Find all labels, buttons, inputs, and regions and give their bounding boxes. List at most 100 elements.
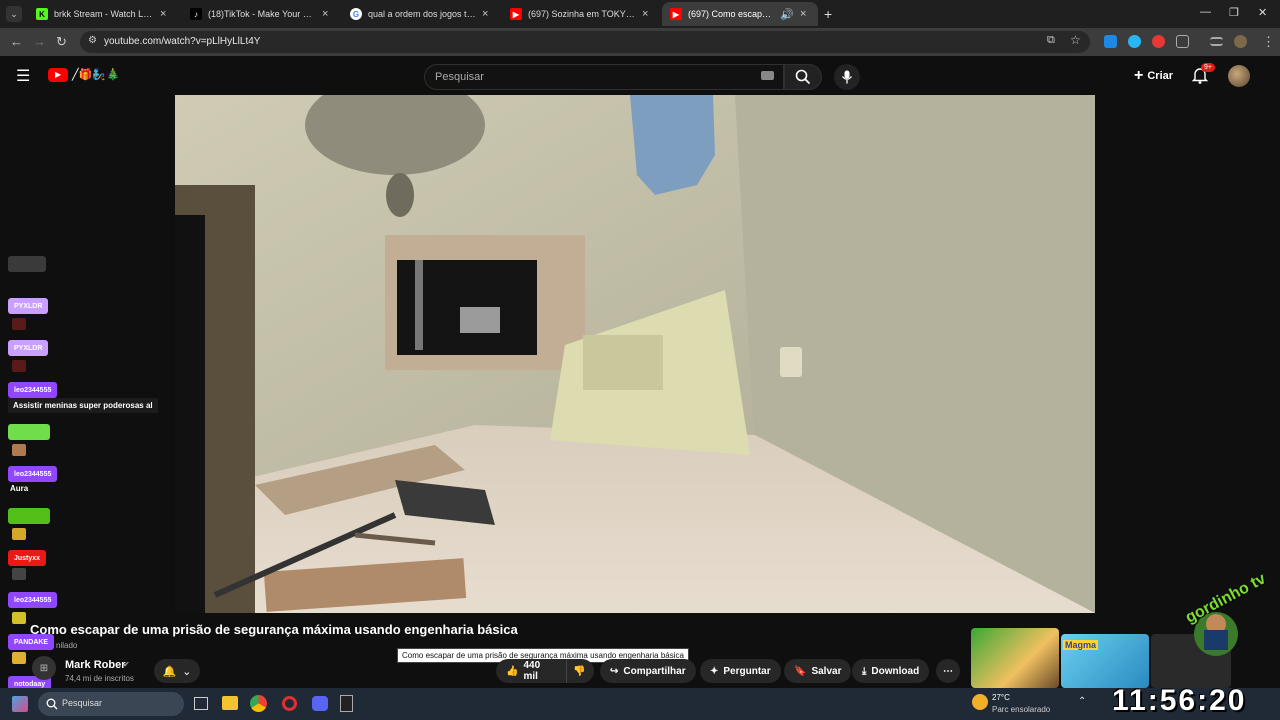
doodle-logo-text[interactable]: ╱🎁🧞🎄 — [72, 68, 120, 81]
chat-username: leo2344555 — [8, 592, 58, 608]
streamer-watermark: gordinho tv — [1160, 570, 1270, 686]
reading-list-icon[interactable] — [1210, 37, 1223, 46]
plus-icon: + — [1134, 67, 1144, 84]
youtube-icon: ▶ — [670, 8, 682, 20]
speaker-icon[interactable]: 🔊 — [780, 8, 794, 21]
notifications-button[interactable]: 9+ — [1191, 63, 1215, 86]
extension-icon[interactable] — [1104, 35, 1117, 48]
hamburger-menu-icon[interactable]: ☰ — [16, 66, 30, 86]
file-explorer-icon[interactable] — [222, 696, 238, 710]
download-icon: ⤓ — [862, 665, 867, 677]
extension-icon[interactable] — [1128, 35, 1141, 48]
search-input[interactable]: Pesquisar — [424, 64, 784, 90]
share-button[interactable]: ↪ Compartilhar — [600, 659, 696, 683]
menu-kebab-icon[interactable]: ⋮ — [1262, 34, 1275, 50]
bookmark-icon: 🔖 — [794, 665, 807, 677]
channel-name[interactable]: Mark Rober — [65, 659, 126, 671]
tab-title: (18)TikTok - Make Your Day — [208, 9, 316, 19]
close-icon[interactable]: × — [482, 8, 492, 20]
minimize-icon[interactable]: — — [1200, 6, 1211, 18]
kick-icon: K — [36, 8, 48, 20]
task-view-icon[interactable] — [194, 697, 208, 710]
youtube-logo[interactable]: ▶ — [48, 68, 68, 82]
weather-desc[interactable]: Parc ensolarado — [992, 705, 1050, 714]
account-avatar[interactable] — [1228, 65, 1250, 87]
browser-tab-bar: ⌄ K brkk Stream - Watch Live o × ♪ (18)T… — [0, 0, 1280, 28]
chat-username: leo2344555 — [8, 382, 58, 398]
site-info-icon[interactable]: ⚙ — [88, 35, 97, 46]
close-icon[interactable]: × — [800, 8, 810, 20]
like-button[interactable]: 👍 440 mil — [496, 659, 566, 683]
url-text[interactable]: youtube.com/watch?v=pLlHyLlLt4Y — [104, 36, 260, 47]
chat-message: Assistir meninas super poderosas al — [8, 398, 158, 413]
search-button[interactable] — [784, 64, 822, 90]
chat-username: PYXLDR — [8, 340, 49, 356]
chat-emote — [12, 444, 26, 456]
keyboard-icon[interactable] — [761, 71, 774, 80]
tab-search-button[interactable]: ⌄ — [6, 6, 22, 22]
close-icon[interactable]: × — [160, 8, 170, 20]
weather-temp[interactable]: 27°C — [992, 693, 1010, 702]
chat-username: leo2344555 — [8, 466, 58, 482]
dislike-button[interactable]: 👎 — [566, 659, 594, 683]
channel-avatar[interactable]: ⊞ — [32, 656, 56, 680]
recommendation-thumbnail[interactable] — [971, 628, 1059, 688]
sparkle-icon: ✦ — [710, 665, 719, 677]
extension-icon[interactable] — [1152, 35, 1165, 48]
tab-tiktok[interactable]: ♪ (18)TikTok - Make Your Day × — [182, 2, 340, 26]
tab-youtube-tokyo[interactable]: ▶ (697) Sozinha em TOKYO: QUA × — [502, 2, 660, 26]
chat-username: PYXLDR — [8, 298, 49, 314]
search-icon — [795, 69, 811, 85]
create-button[interactable]: + Criar — [1128, 64, 1179, 88]
tab-google[interactable]: G qual a ordem dos jogos tomb × — [342, 2, 500, 26]
profile-avatar[interactable] — [1234, 35, 1247, 48]
bookmark-star-icon[interactable]: ☆ — [1070, 33, 1081, 47]
back-icon[interactable]: ← — [10, 34, 23, 49]
download-label: Download — [871, 665, 920, 677]
chat-emote — [12, 360, 26, 372]
voice-search-button[interactable] — [834, 64, 860, 90]
notification-badge: 9+ — [1201, 63, 1215, 72]
tray-chevron-up-icon[interactable]: ⌃ — [1078, 696, 1086, 707]
reload-icon[interactable]: ↻ — [56, 34, 67, 50]
forward-icon[interactable]: → — [33, 34, 46, 49]
extensions-puzzle-icon[interactable] — [1176, 35, 1189, 48]
tab-youtube-active[interactable]: ▶ (697) Como escapar de um 🔊 × — [662, 2, 818, 26]
close-window-icon[interactable]: ✕ — [1258, 6, 1267, 19]
new-tab-button[interactable]: + — [824, 6, 832, 22]
chrome-icon[interactable] — [250, 695, 267, 712]
epic-games-icon[interactable] — [340, 695, 353, 712]
start-icon[interactable] — [12, 696, 28, 712]
close-icon[interactable]: × — [322, 8, 332, 20]
restore-icon[interactable]: ❐ — [1229, 6, 1239, 19]
chat-username: Justyxx — [8, 550, 47, 566]
os-taskbar: Pesquisar 27°C Parc ensolarado ⌃ — [0, 688, 1280, 720]
download-button[interactable]: ⤓ Download — [852, 659, 930, 683]
omnibox[interactable]: ⚙ youtube.com/watch?v=pLlHyLlLt4Y ⧉ ☆ — [80, 31, 1090, 53]
save-label: Salvar — [811, 665, 842, 677]
chat-emote — [12, 318, 26, 330]
weather-icon[interactable] — [972, 694, 988, 710]
discord-icon[interactable] — [312, 696, 328, 711]
chat-username — [8, 508, 50, 524]
ask-button[interactable]: ✦ Perguntar — [700, 659, 781, 683]
chat-emote — [12, 612, 26, 624]
more-horizontal-icon: ⋯ — [943, 665, 953, 677]
chat-emote — [12, 652, 26, 664]
tab-kick[interactable]: K brkk Stream - Watch Live o × — [28, 2, 178, 26]
like-count: 440 mil — [523, 660, 541, 682]
install-icon[interactable]: ⧉ — [1047, 34, 1055, 47]
subscriber-count: 74,4 mi de inscritos — [65, 674, 134, 683]
chat-username — [8, 256, 46, 272]
save-button[interactable]: 🔖 Salvar — [784, 659, 852, 683]
subscribed-bell-button[interactable]: 🔔 ⌄ — [154, 659, 200, 683]
thumbs-down-icon: 👎 — [573, 665, 586, 677]
recommendation-thumbnail[interactable]: Magma — [1061, 634, 1149, 688]
close-icon[interactable]: × — [642, 8, 652, 20]
more-actions-button[interactable]: ⋯ — [936, 659, 960, 683]
taskbar-search[interactable]: Pesquisar — [38, 692, 184, 716]
verified-icon: ✔ — [123, 660, 130, 669]
stream-clock: 11:56:20 — [1112, 684, 1247, 717]
video-player[interactable] — [175, 95, 1095, 613]
opera-icon[interactable] — [282, 696, 297, 711]
